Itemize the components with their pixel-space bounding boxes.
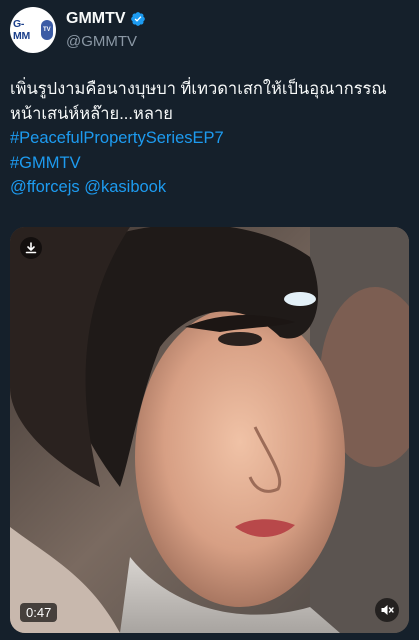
mention-link[interactable]: @fforcejs [10, 178, 80, 196]
account-handle[interactable]: @GMMTV [66, 33, 146, 50]
gmmtv-logo: G-MM TV [13, 17, 53, 43]
download-icon [25, 242, 37, 254]
verified-badge-icon [130, 12, 145, 26]
video-player[interactable]: 0:47 [10, 227, 409, 633]
tweet-text: เพิ่นรูปงามคือนางบุษบา ที่เทวดาเสกให้เป็… [10, 77, 415, 200]
avatar[interactable]: G-MM TV [10, 7, 56, 53]
download-button[interactable] [20, 237, 42, 259]
video-duration: 0:47 [20, 603, 58, 622]
hashtag-link[interactable]: #PeacefulPropertySeriesEP7 [10, 129, 224, 147]
tweet-text-line-2: หน้าเสน่ห์หล๊าย...หลาย [10, 104, 173, 123]
muted-speaker-icon [381, 605, 394, 615]
account-names: GMMTV @GMMTV [66, 10, 146, 50]
display-name[interactable]: GMMTV [66, 10, 126, 28]
mute-button[interactable] [375, 598, 399, 622]
logo-tv-badge: TV [40, 20, 53, 40]
mention-link[interactable]: @kasibook [84, 178, 166, 196]
video-frame [10, 227, 409, 633]
tweet-header: G-MM TV GMMTV @GMMTV [10, 7, 146, 53]
tweet-text-line-1: เพิ่นรูปงามคือนางบุษบา ที่เทวดาเสกให้เป็… [10, 80, 387, 98]
hashtag-link[interactable]: #GMMTV [10, 154, 81, 172]
